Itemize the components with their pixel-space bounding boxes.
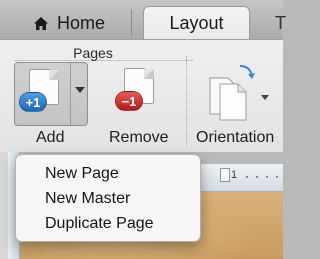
remove-page-button[interactable]: −1 <box>104 62 174 126</box>
chevron-down-icon[interactable] <box>75 87 85 93</box>
tab-next-label: T <box>275 12 286 33</box>
tab-layout[interactable]: Layout <box>143 6 250 40</box>
split-divider <box>70 63 71 125</box>
menu-item-new-master[interactable]: New Master <box>16 186 200 211</box>
remove-label: Remove <box>109 129 169 146</box>
orientation-button[interactable] <box>196 62 286 126</box>
orientation-label: Orientation <box>196 129 275 146</box>
add-page-menu: New Page New Master Duplicate Page <box>15 154 201 242</box>
add-badge: +1 <box>19 92 47 112</box>
tab-home[interactable]: Home <box>33 6 105 40</box>
indent-marker[interactable] <box>220 168 230 182</box>
ruler-tick <box>246 176 248 178</box>
menu-item-new-page[interactable]: New Page <box>16 161 200 186</box>
tab-separator <box>131 10 132 36</box>
orientation-icon <box>209 65 255 121</box>
add-page-button[interactable]: +1 <box>14 62 88 126</box>
ruler-tick <box>266 176 268 178</box>
ruler-tick <box>276 176 278 178</box>
remove-badge: −1 <box>115 91 143 111</box>
menu-item-duplicate-page[interactable]: Duplicate Page <box>16 211 200 236</box>
add-label: Add <box>36 129 65 146</box>
page-fold <box>144 69 154 79</box>
tab-layout-label: Layout <box>169 13 224 33</box>
ribbon-panel: Pages +1 Add −1 Remove Orientation <box>0 39 283 152</box>
ruler-label: 1 <box>231 169 238 181</box>
ribbon-tab-bar: Home Layout T <box>0 0 286 40</box>
chevron-down-icon[interactable] <box>261 95 269 100</box>
page-fold <box>49 70 59 80</box>
tab-next[interactable]: T <box>273 6 313 40</box>
home-icon <box>34 16 48 30</box>
pages-group-label: Pages <box>73 45 113 61</box>
group-separator <box>186 56 187 146</box>
ruler-tick <box>256 176 258 178</box>
tab-home-label: Home <box>57 12 106 33</box>
